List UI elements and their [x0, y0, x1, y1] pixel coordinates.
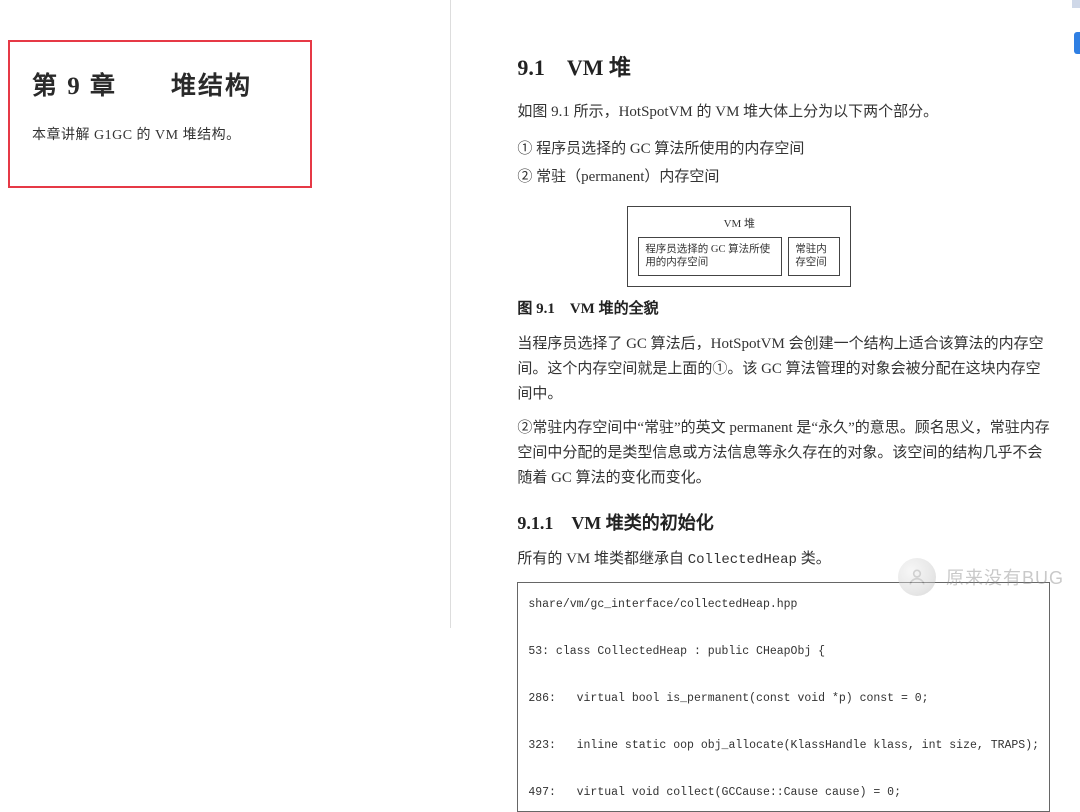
figure-inner-title: VM 堆	[638, 215, 840, 231]
subsection-spacer	[553, 513, 571, 533]
chapter-suffix: 章	[82, 73, 117, 100]
code-line-497: 497: virtual void collect(GCCause::Cause…	[528, 786, 901, 799]
p4-post: 类。	[797, 551, 831, 567]
p4-pre: 所有的 VM 堆类都继承自	[517, 551, 687, 567]
chapter-name: 堆结构	[171, 73, 252, 100]
chapter-spacer	[117, 73, 171, 100]
list-item-2: ② 常驻（permanent）内存空间	[517, 163, 1050, 192]
subsection-title: VM 堆类的初始化	[571, 513, 714, 533]
subsection-heading: 9.1.1 VM 堆类的初始化	[517, 509, 1050, 535]
chapter-title: 第 9 章 堆结构	[32, 66, 288, 102]
code-block: share/vm/gc_interface/collectedHeap.hpp …	[517, 582, 1050, 812]
section-spacer	[545, 55, 567, 80]
book-spread: 第 9 章 堆结构 本章讲解 G1GC 的 VM 堆结构。 9.1 VM 堆 如…	[0, 0, 1080, 628]
watermark: 原来没有BUG	[898, 558, 1064, 596]
figure-caption-spacer	[555, 301, 570, 317]
section-number: 9.1	[517, 55, 545, 80]
figure-inner-row: 程序员选择的 GC 算法所使用的内存空间 常驻内存空间	[638, 237, 840, 276]
section-heading: 9.1 VM 堆	[517, 50, 1050, 82]
chapter-intro: 本章讲解 G1GC 的 VM 堆结构。	[32, 124, 288, 144]
paragraph-1: 如图 9.1 所示，HotSpotVM 的 VM 堆大体上分为以下两个部分。	[517, 100, 1050, 125]
chapter-highlight-box: 第 9 章 堆结构 本章讲解 G1GC 的 VM 堆结构。	[8, 40, 312, 188]
chapter-number: 9	[67, 73, 82, 100]
figure-caption-number: 9.1	[536, 301, 555, 317]
watermark-avatar-icon	[898, 558, 936, 596]
figure-cell-permanent: 常驻内存空间	[788, 237, 840, 276]
watermark-text: 原来没有BUG	[946, 564, 1064, 590]
figure-caption-prefix: 图	[517, 301, 536, 317]
figure-box: VM 堆 程序员选择的 GC 算法所使用的内存空间 常驻内存空间	[627, 206, 851, 287]
page-right: 9.1 VM 堆 如图 9.1 所示，HotSpotVM 的 VM 堆大体上分为…	[455, 0, 1080, 628]
subsection-number: 9.1.1	[517, 513, 553, 533]
chapter-prefix: 第	[32, 73, 67, 100]
code-line-323: 323: inline static oop obj_allocate(Klas…	[528, 739, 1039, 752]
paragraph-2: 当程序员选择了 GC 算法后，HotSpotVM 会创建一个结构上适合该算法的内…	[517, 332, 1050, 406]
figure-caption-text: VM 堆的全貌	[570, 301, 659, 317]
code-line-286: 286: virtual bool is_permanent(const voi…	[528, 692, 928, 705]
figure-9-1: VM 堆 程序员选择的 GC 算法所使用的内存空间 常驻内存空间	[627, 206, 1050, 287]
page-divider	[450, 0, 451, 628]
figure-caption: 图 9.1 VM 堆的全貌	[517, 297, 1050, 318]
list-item-1: ① 程序员选择的 GC 算法所使用的内存空间	[517, 135, 1050, 164]
paragraph-3: ②常驻内存空间中“常驻”的英文 permanent 是“永久”的意思。顾名思义，…	[517, 416, 1050, 490]
p4-code: CollectedHeap	[688, 552, 797, 568]
figure-cell-gc-space: 程序员选择的 GC 算法所使用的内存空间	[638, 237, 782, 276]
code-path: share/vm/gc_interface/collectedHeap.hpp	[528, 598, 797, 611]
page-left: 第 9 章 堆结构 本章讲解 G1GC 的 VM 堆结构。	[0, 0, 446, 628]
code-line-53: 53: class CollectedHeap : public CHeapOb…	[528, 645, 825, 658]
section-title: VM 堆	[567, 55, 631, 80]
